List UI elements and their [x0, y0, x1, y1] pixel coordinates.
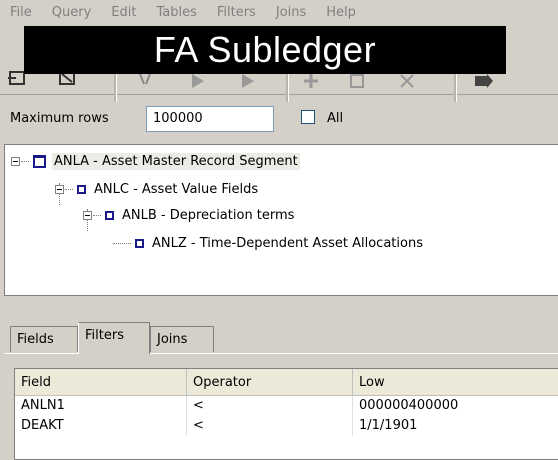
menu-file[interactable]: File	[0, 5, 42, 20]
max-rows-input[interactable]: 100000	[146, 106, 274, 132]
cell-low[interactable]: 1/1/1901	[353, 416, 558, 436]
collapse-icon[interactable]	[11, 156, 20, 166]
collapse-icon[interactable]	[83, 210, 92, 220]
tree-node-label: ANLB - Depreciation terms	[122, 207, 295, 223]
table-row[interactable]: DEAKT < 1/1/1901	[15, 416, 558, 436]
menu-query[interactable]: Query	[42, 5, 102, 20]
tree-node-label: ANLZ - Time-Dependent Asset Allocations	[152, 235, 423, 251]
column-header-operator[interactable]: Operator	[187, 369, 353, 395]
tree-node-label: ANLA - Asset Master Record Segment	[52, 152, 300, 170]
table-icon	[33, 154, 46, 168]
tab-filters[interactable]: Filters	[78, 322, 150, 354]
grid-header: Field Operator Low	[15, 369, 558, 396]
tree-node-label: ANLC - Asset Value Fields	[94, 181, 259, 197]
menu-filters[interactable]: Filters	[207, 5, 266, 20]
collapse-icon[interactable]	[55, 184, 64, 194]
tree-node-anla[interactable]: ANLA - Asset Master Record Segment	[11, 151, 300, 171]
table-icon	[77, 184, 86, 194]
tree-node-anlz[interactable]: ANLZ - Time-Dependent Asset Allocations	[113, 233, 425, 253]
tree-node-anlb[interactable]: ANLB - Depreciation terms	[83, 205, 296, 225]
menu-joins[interactable]: Joins	[266, 5, 316, 20]
cell-field[interactable]: DEAKT	[15, 416, 187, 436]
menu-tables[interactable]: Tables	[146, 5, 206, 20]
cell-operator[interactable]: <	[187, 416, 353, 436]
tab-joins[interactable]: Joins	[150, 326, 214, 352]
table-icon	[105, 210, 114, 220]
menu-bar: File Query Edit Tables Filters Joins Hel…	[0, 0, 558, 24]
max-rows-bar: Maximum rows 100000 All	[0, 100, 558, 140]
filter-grid[interactable]: Field Operator Low ANLN1 < 000000400000 …	[14, 368, 558, 460]
max-rows-label: Maximum rows	[10, 111, 109, 126]
title-banner: FA Subledger	[24, 26, 506, 74]
column-header-low[interactable]: Low	[353, 369, 558, 395]
table-tree[interactable]: ANLA - Asset Master Record Segment ANLC …	[4, 144, 558, 296]
tree-node-anlc[interactable]: ANLC - Asset Value Fields	[55, 179, 260, 199]
table-row[interactable]: ANLN1 < 000000400000	[15, 396, 558, 416]
tab-fields[interactable]: Fields	[10, 326, 78, 352]
tab-strip: Fields Filters Joins	[0, 320, 558, 354]
all-checkbox-label: All	[327, 111, 344, 126]
cell-field[interactable]: ANLN1	[15, 396, 187, 416]
cell-low[interactable]: 000000400000	[353, 396, 558, 416]
column-header-field[interactable]: Field	[15, 369, 187, 395]
menu-help[interactable]: Help	[316, 5, 366, 20]
menu-edit[interactable]: Edit	[101, 5, 146, 20]
cell-operator[interactable]: <	[187, 396, 353, 416]
all-checkbox[interactable]	[301, 110, 315, 124]
table-icon	[135, 238, 144, 248]
